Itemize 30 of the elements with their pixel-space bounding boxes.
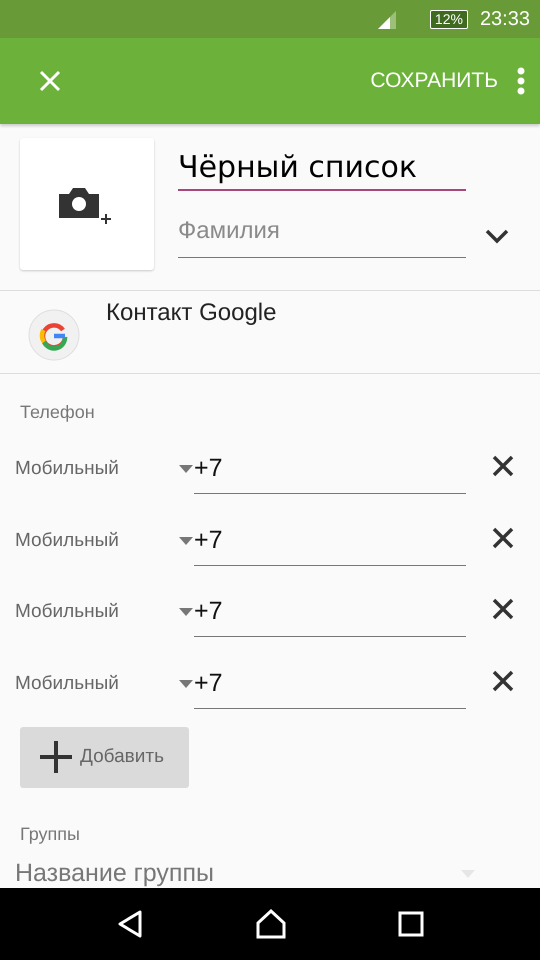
- back-icon[interactable]: [116, 910, 144, 938]
- clock: 23:33: [480, 8, 530, 30]
- last-name-field[interactable]: Фамилия: [178, 213, 466, 258]
- phone-type-dropdown[interactable]: Мобильный: [15, 530, 193, 566]
- plus-icon: [38, 739, 74, 776]
- account-label: Контакт Google: [106, 299, 276, 327]
- close-button[interactable]: [38, 69, 62, 93]
- battery-indicator: 12%: [430, 10, 468, 28]
- section-title: Группы: [19, 823, 81, 846]
- phone-field[interactable]: +7: [194, 454, 466, 494]
- group-dropdown[interactable]: Название группы: [15, 859, 475, 888]
- phone-field[interactable]: +7: [194, 597, 466, 638]
- phone-type-dropdown[interactable]: Мобильный: [15, 458, 193, 494]
- phone-field[interactable]: +7: [194, 526, 466, 566]
- add-photo-button[interactable]: [20, 138, 154, 270]
- recents-icon[interactable]: [398, 911, 424, 937]
- phone-field[interactable]: +7: [194, 668, 466, 709]
- add-phone-button[interactable]: Добавить: [20, 726, 189, 788]
- expand-chevron-icon[interactable]: [484, 228, 510, 244]
- more-menu-button[interactable]: [516, 67, 526, 95]
- first-name-field[interactable]: Чёрный список: [178, 148, 466, 191]
- section-title: Телефон: [19, 401, 96, 423]
- dropdown-arrow-icon: [179, 608, 193, 616]
- home-icon[interactable]: [256, 909, 286, 939]
- google-logo-icon: [28, 309, 80, 361]
- phone-type-dropdown[interactable]: Мобильный: [15, 672, 193, 709]
- dropdown-arrow-icon: [179, 680, 193, 688]
- dropdown-arrow-icon: [179, 465, 193, 474]
- phone-type-dropdown[interactable]: Мобильный: [15, 601, 193, 638]
- dropdown-arrow-icon: [179, 536, 193, 545]
